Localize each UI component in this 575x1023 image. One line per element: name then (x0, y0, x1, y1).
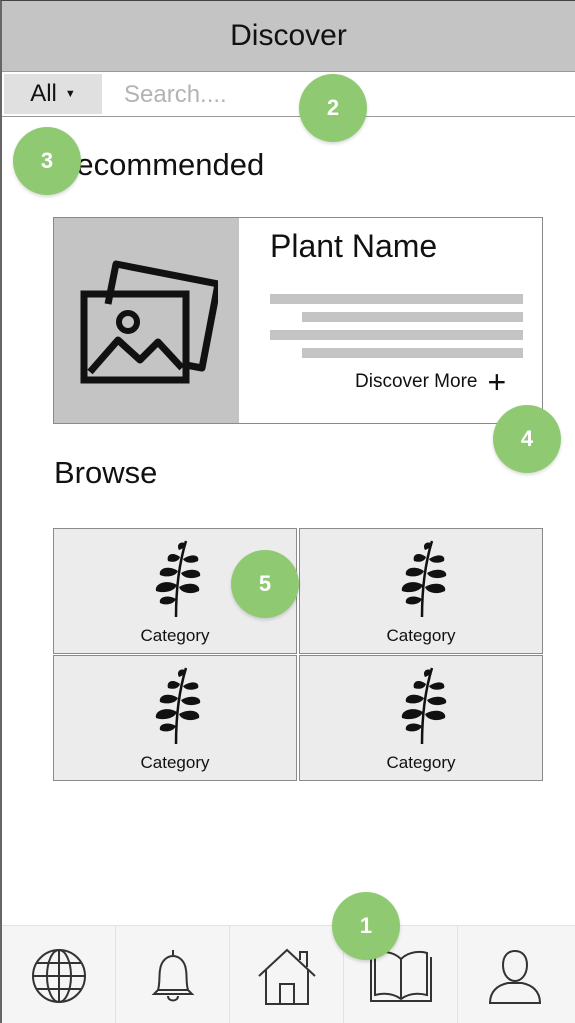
discover-more-label: Discover More (355, 371, 478, 392)
globe-icon (31, 948, 86, 1003)
dropdown-arrow-icon: ▼ (64, 88, 76, 100)
header: Discover (2, 1, 575, 72)
category-label: Category (386, 753, 456, 772)
home-icon (257, 948, 316, 1005)
description-line (270, 330, 523, 340)
discover-more-button[interactable]: Discover More + (355, 364, 507, 400)
category-tile[interactable]: Category (299, 655, 543, 781)
annotation-badge: 2 (299, 74, 367, 142)
description-line (270, 294, 523, 304)
filter-label: All (30, 80, 57, 107)
leaf-icon (400, 666, 448, 744)
bottom-nav (2, 925, 575, 1023)
bell-icon (151, 949, 194, 1001)
search-bar: All ▼ (2, 72, 575, 117)
annotation-badge: 1 (332, 892, 400, 960)
browse-heading: Browse (54, 455, 158, 490)
recommended-heading: Recommended (54, 147, 265, 182)
leaf-icon (154, 539, 202, 617)
category-tile[interactable]: Category (299, 528, 543, 654)
category-grid: Category Category Category Category (53, 528, 544, 781)
image-placeholder-icon (80, 260, 218, 384)
filter-dropdown[interactable]: All ▼ (4, 74, 102, 114)
category-label: Category (140, 753, 210, 772)
annotation-badge: 3 (13, 127, 81, 195)
recommended-card[interactable]: Plant Name Discover More + (53, 217, 543, 424)
leaf-icon (400, 539, 448, 617)
nav-profile[interactable] (458, 926, 572, 1023)
category-label: Category (386, 626, 456, 645)
page-title: Discover (230, 19, 347, 52)
plant-image (54, 218, 239, 423)
nav-notifications[interactable] (116, 926, 230, 1023)
category-label: Category (140, 626, 210, 645)
leaf-icon (154, 666, 202, 744)
description-line (302, 312, 523, 322)
annotation-badge: 4 (493, 405, 561, 473)
category-tile[interactable]: Category (53, 655, 297, 781)
user-icon (488, 949, 542, 1004)
nav-home[interactable] (230, 926, 344, 1023)
plus-icon: + (487, 364, 507, 400)
app-frame: Discover All ▼ Recommended Plant Name Di… (0, 0, 575, 1023)
plant-name: Plant Name (270, 228, 438, 264)
description-line (302, 348, 523, 358)
nav-discover[interactable] (2, 926, 116, 1023)
annotation-badge: 5 (231, 550, 299, 618)
